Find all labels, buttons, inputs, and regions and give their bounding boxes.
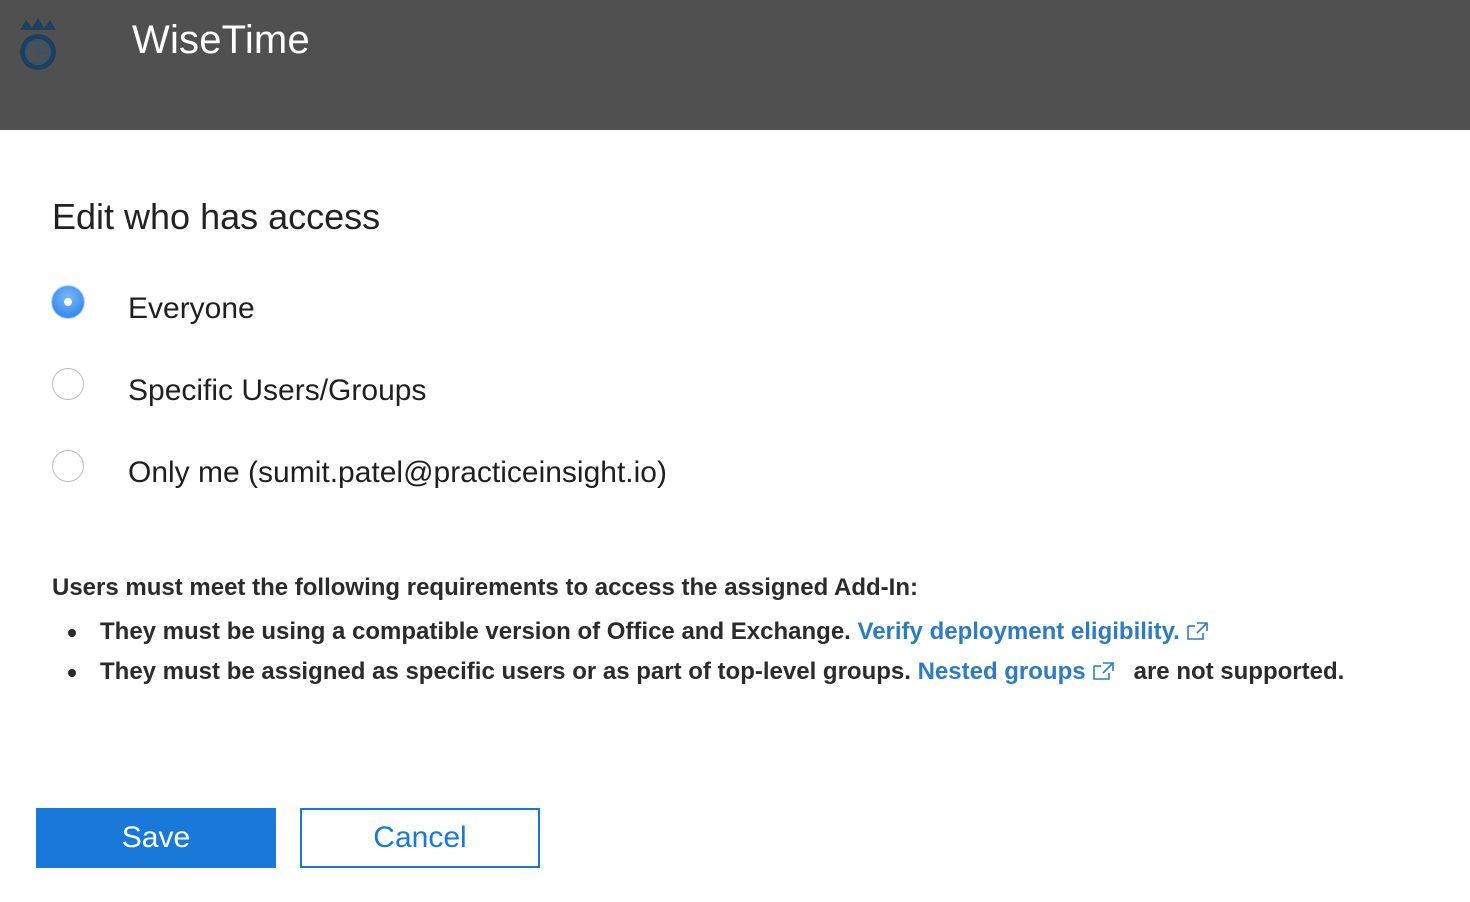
bullet-icon <box>68 629 76 637</box>
requirements-list: They must be using a compatible version … <box>52 612 1452 692</box>
requirement-text: They must be assigned as specific users … <box>100 658 911 685</box>
radio-option-specific-users-groups[interactable]: Specific Users/Groups <box>52 368 812 412</box>
requirements-section: Users must meet the following requiremen… <box>52 572 1452 692</box>
radio-label-only-me[interactable]: Only me (sumit.patel@practiceinsight.io) <box>128 456 667 490</box>
verify-eligibility-link-label[interactable]: Verify deployment eligibility. <box>858 618 1180 645</box>
radio-button-only-me[interactable] <box>52 450 84 482</box>
bullet-icon <box>68 669 76 677</box>
cancel-button[interactable]: Cancel <box>300 808 540 868</box>
radio-selected-dot <box>64 298 72 306</box>
nested-groups-link-label[interactable]: Nested groups <box>918 658 1086 685</box>
radio-button-everyone[interactable] <box>52 286 84 318</box>
requirement-item-compatibility: They must be using a compatible version … <box>52 612 1452 652</box>
external-link-icon[interactable] <box>1092 661 1116 681</box>
external-link-icon[interactable] <box>1186 621 1210 641</box>
requirement-item-groups: They must be assigned as specific users … <box>52 652 1452 692</box>
radio-option-only-me[interactable]: Only me (sumit.patel@practiceinsight.io) <box>52 450 812 494</box>
page-title: Edit who has access <box>52 196 381 237</box>
requirement-text-suffix: are not supported. <box>1133 658 1345 685</box>
app-header: WiseTime <box>0 0 1470 130</box>
save-button[interactable]: Save <box>36 808 276 868</box>
verify-eligibility-link[interactable]: Verify deployment eligibility. <box>858 618 1210 645</box>
app-title: WiseTime <box>132 18 310 62</box>
radio-option-everyone[interactable]: Everyone <box>52 286 812 330</box>
radio-label-specific-users-groups[interactable]: Specific Users/Groups <box>128 374 426 408</box>
radio-button-specific-users-groups[interactable] <box>52 368 84 400</box>
requirements-intro: Users must meet the following requiremen… <box>52 574 918 601</box>
radio-label-everyone[interactable]: Everyone <box>128 292 255 326</box>
nested-groups-link[interactable]: Nested groups <box>918 658 1116 685</box>
requirement-text: They must be using a compatible version … <box>100 618 851 645</box>
wisetime-logo-icon <box>20 18 56 70</box>
